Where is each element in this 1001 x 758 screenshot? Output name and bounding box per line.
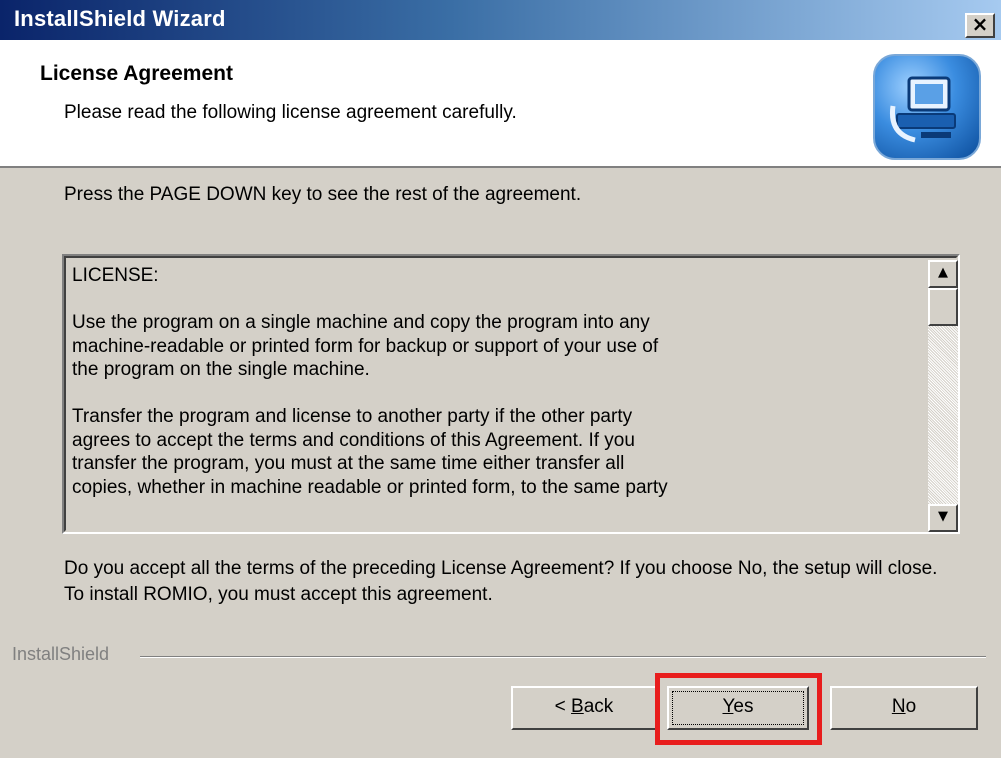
no-button[interactable]: No	[830, 686, 978, 730]
computer-setup-icon	[873, 54, 981, 160]
license-scrollbar[interactable]: ▲ ▼	[928, 260, 958, 532]
license-textbox[interactable]: LICENSE: Use the program on a single mac…	[62, 254, 960, 534]
license-text: LICENSE: Use the program on a single mac…	[72, 264, 912, 530]
instruction-text: Press the PAGE DOWN key to see the rest …	[64, 184, 582, 205]
installshield-brand: InstallShield	[12, 644, 118, 665]
scroll-up-button[interactable]: ▲	[928, 260, 958, 288]
arrow-up-icon: ▲	[938, 265, 948, 280]
license-heading: LICENSE:	[72, 265, 159, 286]
page-subtitle: Please read the following license agreem…	[64, 102, 517, 123]
window-title: InstallShield Wizard	[14, 6, 226, 31]
highlight-box	[655, 673, 822, 745]
page-title: License Agreement	[40, 62, 233, 85]
license-paragraph: Transfer the program and license to anot…	[72, 406, 668, 498]
arrow-down-icon: ▼	[938, 509, 948, 524]
back-button[interactable]: < Back	[511, 686, 657, 730]
title-bar: InstallShield Wizard ×	[0, 0, 1001, 40]
scroll-down-button[interactable]: ▼	[928, 504, 958, 532]
header-panel: License Agreement Please read the follow…	[0, 40, 1001, 168]
footer-divider	[140, 656, 986, 658]
license-paragraph: Use the program on a single machine and …	[72, 312, 659, 380]
accept-question: Do you accept all the terms of the prece…	[64, 558, 938, 605]
scrollbar-thumb[interactable]	[928, 288, 958, 326]
close-button[interactable]: ×	[965, 13, 995, 38]
